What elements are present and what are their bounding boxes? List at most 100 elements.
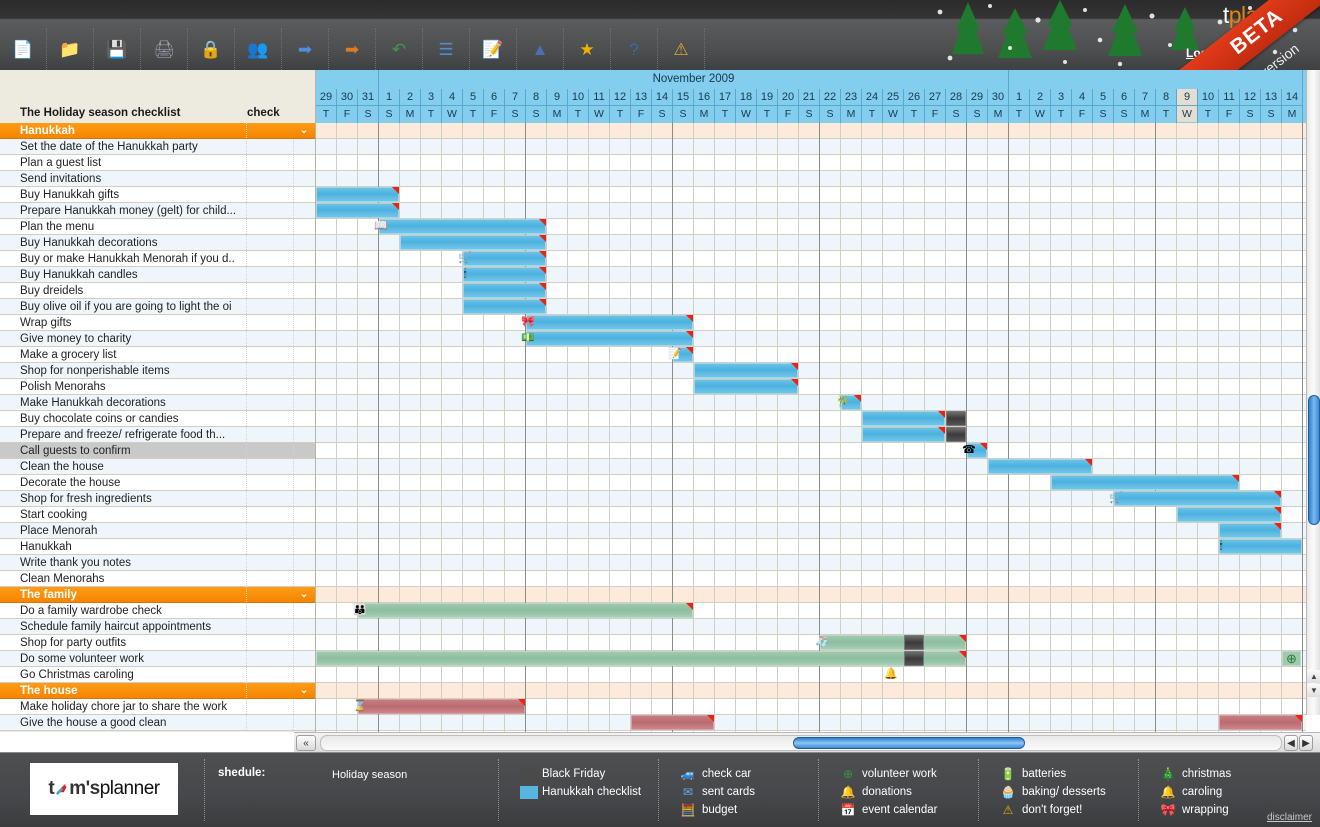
scroll-left-button[interactable]: ◀ [1284, 735, 1298, 751]
logo-icon[interactable]: ★ [564, 28, 611, 70]
check-cell[interactable] [246, 395, 294, 410]
check-cell[interactable] [246, 523, 294, 538]
check-cell[interactable] [246, 123, 294, 138]
task-list-item[interactable]: Start cooking [0, 507, 315, 523]
notes-icon[interactable]: 📝 [667, 347, 683, 362]
day-column-header[interactable]: 9W [1177, 89, 1198, 123]
gantt-bar[interactable] [820, 635, 966, 650]
task-list-item[interactable]: Shop for party outfits [0, 635, 315, 651]
task-list-item[interactable]: Buy Hanukkah candles [0, 267, 315, 283]
hourglass-icon[interactable]: ⌛ [352, 699, 368, 714]
scroll-first-button[interactable]: « [296, 735, 316, 751]
list-view-icon[interactable]: ☰ [423, 28, 470, 70]
day-column-header[interactable]: 26 T [904, 89, 925, 123]
gantt-row[interactable] [316, 715, 1306, 731]
check-cell[interactable] [246, 491, 294, 506]
gantt-row[interactable] [316, 667, 1306, 683]
day-column-header[interactable]: 8T [1156, 89, 1177, 123]
gantt-bar[interactable] [694, 379, 798, 394]
gantt-row[interactable] [316, 155, 1306, 171]
check-cell[interactable] [246, 219, 294, 234]
mirror-icon[interactable]: ▲ [517, 28, 564, 70]
day-column-header[interactable]: 3T [421, 89, 442, 123]
day-column-header[interactable]: 7M [1135, 89, 1156, 123]
money-icon[interactable]: 💵 [520, 331, 536, 346]
gantt-bar[interactable] [988, 459, 1092, 474]
lock-icon[interactable]: 🔒 [188, 28, 235, 70]
task-group-header[interactable]: The family ⌄ [0, 587, 315, 603]
gift-bow-icon[interactable]: 🎋 [835, 395, 851, 410]
task-list-item[interactable]: Buy Hanukkah decorations [0, 235, 315, 251]
day-column-header[interactable]: 16 M [694, 89, 715, 123]
gantt-bar[interactable] [1177, 507, 1281, 522]
gantt-row[interactable] [316, 363, 1306, 379]
day-column-header[interactable]: 13 S [1261, 89, 1282, 123]
task-list-item[interactable]: Shop for nonperishable items [0, 363, 315, 379]
import-icon[interactable]: ➡ [282, 28, 329, 70]
horizontal-scroll-track[interactable] [320, 735, 1282, 751]
check-cell[interactable] [246, 603, 294, 618]
gantt-row[interactable] [316, 571, 1306, 587]
gantt-bar[interactable] [1219, 715, 1302, 730]
task-list-item[interactable]: Prepare and freeze/ refrigerate food th.… [0, 427, 315, 443]
day-column-header[interactable]: 9M [547, 89, 568, 123]
task-group-header[interactable]: The house ⌄ [0, 683, 315, 699]
check-cell[interactable] [246, 411, 294, 426]
check-cell[interactable] [246, 475, 294, 490]
task-list-item[interactable]: Buy chocolate coins or candies [0, 411, 315, 427]
phone-icon[interactable]: ☎ [961, 443, 977, 458]
check-cell[interactable] [246, 315, 294, 330]
gantt-bar[interactable] [904, 651, 924, 666]
gantt-bar[interactable] [946, 427, 966, 442]
day-column-header[interactable]: 12 S [1240, 89, 1261, 123]
task-list-item[interactable]: Shop for fresh ingredients [0, 491, 315, 507]
task-list-item[interactable]: Buy or make Hanukkah Menorah if you d.. [0, 251, 315, 267]
day-column-header[interactable]: 21 S [799, 89, 820, 123]
export-icon[interactable]: ➡ [329, 28, 376, 70]
check-cell[interactable] [246, 571, 294, 586]
check-cell[interactable] [246, 251, 294, 266]
day-column-header[interactable]: 12 T [610, 89, 631, 123]
check-cell[interactable] [246, 139, 294, 154]
task-list-item[interactable]: Buy olive oil if you are going to light … [0, 299, 315, 315]
gantt-row[interactable] [316, 523, 1306, 539]
task-list-item[interactable]: Clean the house [0, 459, 315, 475]
gantt-bar[interactable] [694, 363, 798, 378]
gantt-bar[interactable] [463, 299, 546, 314]
check-cell[interactable] [246, 363, 294, 378]
scroll-up-button[interactable]: ▲ [1307, 670, 1320, 683]
gantt-row[interactable] [316, 443, 1306, 459]
task-list-item[interactable]: Schedule family haircut appointments [0, 619, 315, 635]
gantt-row[interactable] [316, 123, 1306, 139]
gantt-bar[interactable] [400, 235, 546, 250]
chevron-down-icon[interactable]: ⌄ [296, 683, 312, 699]
task-list-item[interactable]: Give money to charity [0, 331, 315, 347]
gantt-bar[interactable] [526, 315, 693, 330]
day-column-header[interactable]: 14 M [1282, 89, 1303, 123]
cart-icon[interactable]: 🛒 [1108, 491, 1124, 506]
gantt-row[interactable] [316, 347, 1306, 363]
task-group-header[interactable]: Hanukkah ⌄ [0, 123, 315, 139]
chevron-down-icon[interactable]: ⌄ [296, 123, 312, 139]
check-cell[interactable] [246, 619, 294, 634]
day-column-header[interactable]: 5T [463, 89, 484, 123]
day-column-header[interactable]: 4W [442, 89, 463, 123]
scroll-down-button[interactable]: ▼ [1307, 684, 1320, 697]
day-column-header[interactable]: 19 T [757, 89, 778, 123]
gantt-bar[interactable] [358, 603, 693, 618]
candle-icon[interactable]: 🕯 [1213, 539, 1229, 554]
edit-notes-icon[interactable]: 📝 [470, 28, 517, 70]
new-file-icon[interactable]: 📄 [0, 28, 47, 70]
print-icon[interactable]: 🖨 [141, 28, 188, 70]
day-column-header[interactable]: 31 S [358, 89, 379, 123]
check-cell[interactable] [246, 235, 294, 250]
check-cell[interactable] [246, 539, 294, 554]
task-list-item[interactable]: Plan a guest list [0, 155, 315, 171]
day-column-header[interactable]: 24 T [862, 89, 883, 123]
task-list-item[interactable]: Wrap gifts [0, 315, 315, 331]
check-cell[interactable] [246, 171, 294, 186]
task-list-item[interactable]: Buy dreidels [0, 283, 315, 299]
gantt-bar[interactable] [316, 187, 399, 202]
day-column-header[interactable]: 29 T [316, 89, 337, 123]
check-cell[interactable] [246, 331, 294, 346]
